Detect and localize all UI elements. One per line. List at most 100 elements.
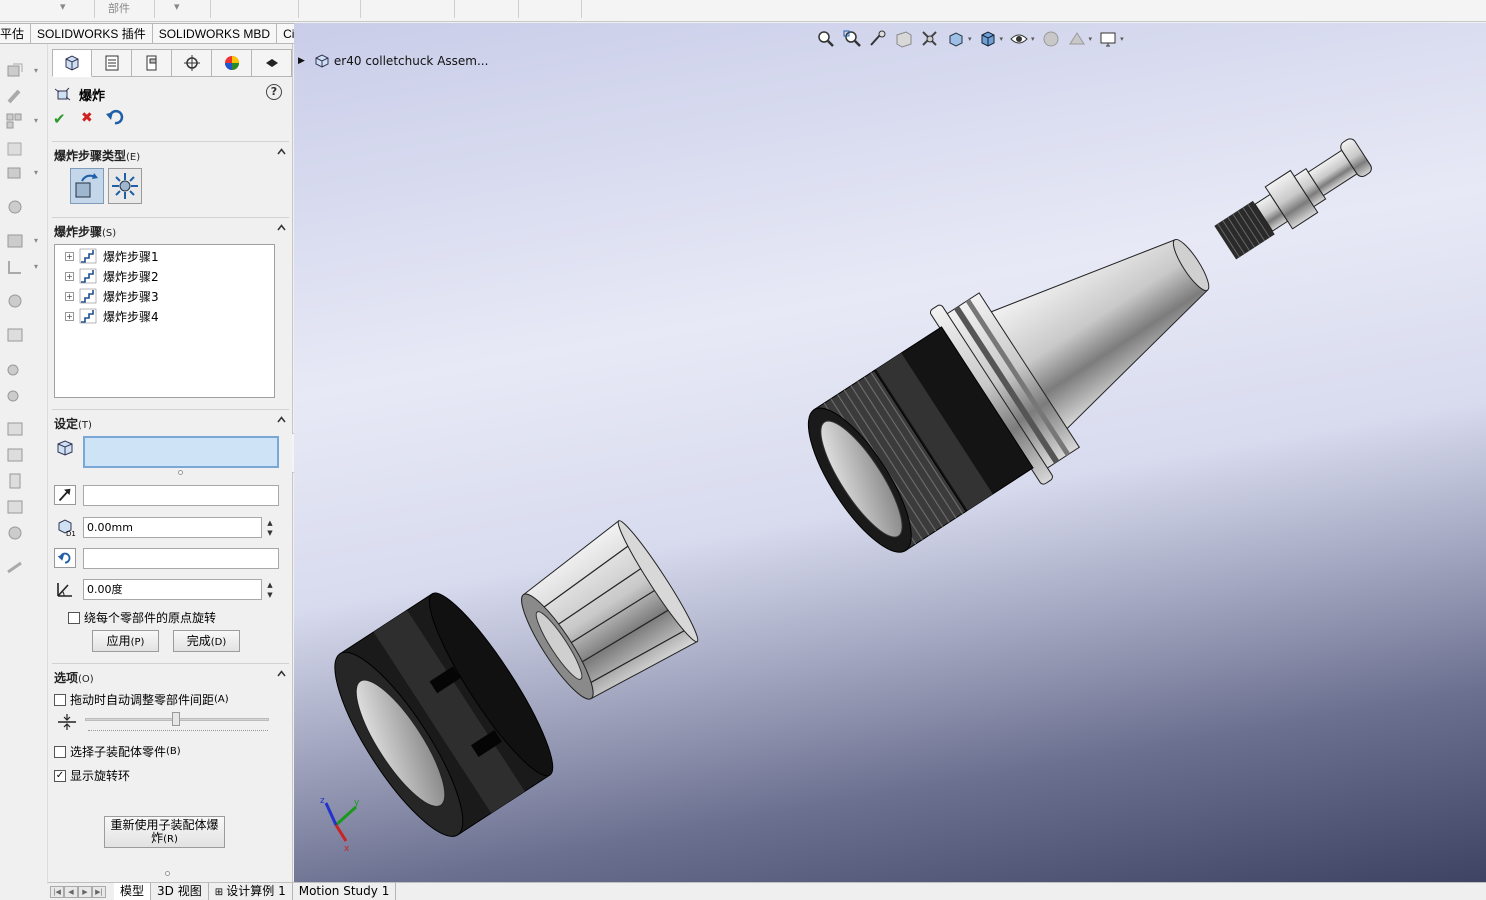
explode-distance-input[interactable]: 0.00mm	[83, 517, 262, 538]
radial-step-type-button[interactable]	[108, 168, 142, 204]
exploded-view-icon[interactable]	[5, 360, 25, 378]
clearance-verification-icon[interactable]	[5, 446, 25, 464]
graphics-area[interactable]: ▶ er40 colletchuck Assem... ▾ ▾ ▾ ▾ ▾ y …	[294, 23, 1486, 882]
checkbox-box[interactable]	[54, 745, 66, 758]
tab-evaluate[interactable]: 平估	[0, 23, 32, 44]
cam-tab-icon[interactable]	[252, 49, 292, 77]
tab-solidworks-mbd[interactable]: SOLIDWORKS MBD	[152, 23, 278, 44]
apply-button[interactable]: 应用(P)	[92, 630, 159, 652]
display-manager-tab-icon[interactable]	[212, 49, 252, 77]
angle-stepper-icon[interactable]: ▲ ▼	[265, 580, 275, 601]
smart-fasteners-icon[interactable]	[5, 140, 25, 158]
rotation-axis-icon[interactable]	[54, 548, 76, 568]
tab-solidworks-addins[interactable]: SOLIDWORKS 插件	[31, 23, 153, 44]
checkbox-box[interactable]	[54, 693, 66, 706]
mate-icon[interactable]	[5, 88, 25, 106]
help-icon[interactable]: ?	[266, 84, 282, 100]
resize-handle[interactable]	[178, 470, 183, 475]
measure-icon[interactable]	[5, 498, 25, 516]
ok-check-icon[interactable]: ✔	[53, 110, 66, 128]
expand-icon[interactable]: +	[65, 291, 74, 301]
prev-tab-icon[interactable]: ◀	[64, 885, 78, 898]
group-settings[interactable]: 设定(T)	[52, 409, 289, 431]
cancel-x-icon[interactable]: ✖	[81, 110, 93, 126]
apply-scene-icon[interactable]	[1067, 29, 1087, 49]
zoom-to-fit-icon[interactable]	[816, 29, 836, 49]
hide-show-items-icon[interactable]	[1009, 29, 1029, 49]
tab-3d-view[interactable]: 3D 视图	[151, 883, 209, 900]
expand-icon[interactable]: +	[65, 251, 74, 261]
collet[interactable]	[506, 516, 704, 714]
zoom-to-area-icon[interactable]	[842, 29, 862, 49]
rotate-about-origin-checkbox[interactable]: 绕每个零部件的原点旋转	[68, 609, 216, 626]
display-style-icon[interactable]	[978, 29, 998, 49]
assembly-features-icon[interactable]	[5, 232, 25, 250]
rotation-axis-field[interactable]	[83, 548, 279, 569]
insert-component-icon[interactable]	[5, 62, 25, 80]
tab-motion-study[interactable]: Motion Study 1	[293, 883, 397, 900]
move-component-icon[interactable]	[5, 164, 25, 182]
group-explode-steps[interactable]: 爆炸步骤(S)	[52, 217, 289, 239]
list-item[interactable]: + 爆炸步骤1	[65, 247, 159, 265]
explode-direction-icon[interactable]	[54, 485, 76, 505]
collapse-caret-icon[interactable]	[277, 415, 286, 424]
explode-steps-list[interactable]: + 爆炸步骤1 + 爆炸步骤2 + 爆炸步骤3 + 爆炸步骤4	[54, 244, 275, 398]
checkbox-box[interactable]	[68, 611, 80, 624]
exploded-model[interactable]	[294, 23, 1486, 882]
show-hidden-icon[interactable]	[5, 198, 25, 216]
expand-arrow-icon[interactable]: ▶	[298, 56, 305, 66]
auto-space-checkbox[interactable]: 拖动时自动调整零部件间距 (A)	[54, 691, 229, 708]
section-view-icon[interactable]	[894, 29, 914, 49]
configuration-manager-tab-icon[interactable]	[132, 49, 172, 77]
collapse-caret-icon[interactable]	[277, 223, 286, 232]
hole-alignment-icon[interactable]	[5, 472, 25, 490]
show-rotation-ring-checkbox[interactable]: ✓ 显示旋转环	[54, 767, 130, 784]
group-options[interactable]: 选项(O)	[52, 663, 289, 685]
view-orientation-icon[interactable]	[946, 29, 966, 49]
interference-detection-icon[interactable]	[5, 420, 25, 438]
last-tab-icon[interactable]: ▶|	[92, 885, 106, 898]
explode-line-sketch-icon[interactable]	[5, 386, 25, 404]
edit-appearance-icon[interactable]	[1041, 29, 1061, 49]
done-button[interactable]: 完成(D)	[173, 630, 240, 652]
flyout-tree-root[interactable]: ▶ er40 colletchuck Assem...	[298, 53, 488, 69]
list-item[interactable]: + 爆炸步骤4	[65, 307, 159, 325]
mass-properties-icon[interactable]	[5, 524, 25, 542]
regular-step-type-button[interactable]	[70, 168, 104, 204]
expand-icon[interactable]: +	[65, 271, 74, 281]
dimxpert-tab-icon[interactable]	[172, 49, 212, 77]
property-manager-tab-icon[interactable]	[52, 49, 92, 77]
list-item[interactable]: + 爆炸步骤3	[65, 287, 159, 305]
distance-stepper-icon[interactable]: ▲ ▼	[265, 518, 275, 539]
select-sub-parts-checkbox[interactable]: 选择子装配体零件 (B)	[54, 743, 181, 760]
group-explode-step-type[interactable]: 爆炸步骤类型(E)	[52, 141, 289, 163]
reuse-subassembly-explode-button[interactable]: 重新使用子装配体爆 炸(R)	[104, 816, 225, 848]
expand-icon[interactable]: +	[65, 311, 74, 321]
new-motion-study-icon[interactable]	[5, 292, 25, 310]
tool-holder[interactable]	[780, 173, 1255, 582]
next-tab-icon[interactable]: ▶	[78, 885, 92, 898]
rotation-angle-input[interactable]: 0.00度	[83, 579, 262, 600]
chevron-down-icon[interactable]: ▾	[60, 0, 66, 13]
explode-direction-field[interactable]	[83, 485, 279, 506]
components-field[interactable]	[83, 436, 279, 468]
dynamic-annotation-icon[interactable]	[920, 29, 940, 49]
instant3d-icon[interactable]	[5, 558, 25, 576]
resize-handle[interactable]	[165, 871, 170, 876]
first-tab-icon[interactable]: |◀	[50, 885, 64, 898]
reference-geometry-icon[interactable]	[5, 258, 25, 276]
view-settings-icon[interactable]	[1098, 29, 1118, 49]
bill-of-materials-icon[interactable]	[5, 326, 25, 344]
tab-model[interactable]: 模型	[114, 883, 152, 900]
chevron-down-icon[interactable]: ▾	[174, 0, 180, 13]
pull-stud[interactable]	[1212, 132, 1377, 263]
list-item[interactable]: + 爆炸步骤2	[65, 267, 159, 285]
tab-design-study[interactable]: ⊞ 设计算例 1	[209, 883, 293, 900]
spacing-slider-thumb[interactable]	[172, 712, 180, 726]
checkbox-box[interactable]: ✓	[54, 769, 66, 782]
previous-view-icon[interactable]	[868, 29, 888, 49]
feature-tree-tab-icon[interactable]	[92, 49, 132, 77]
undo-icon[interactable]	[105, 108, 125, 126]
collapse-caret-icon[interactable]	[277, 147, 286, 156]
linear-pattern-icon[interactable]	[5, 112, 25, 130]
